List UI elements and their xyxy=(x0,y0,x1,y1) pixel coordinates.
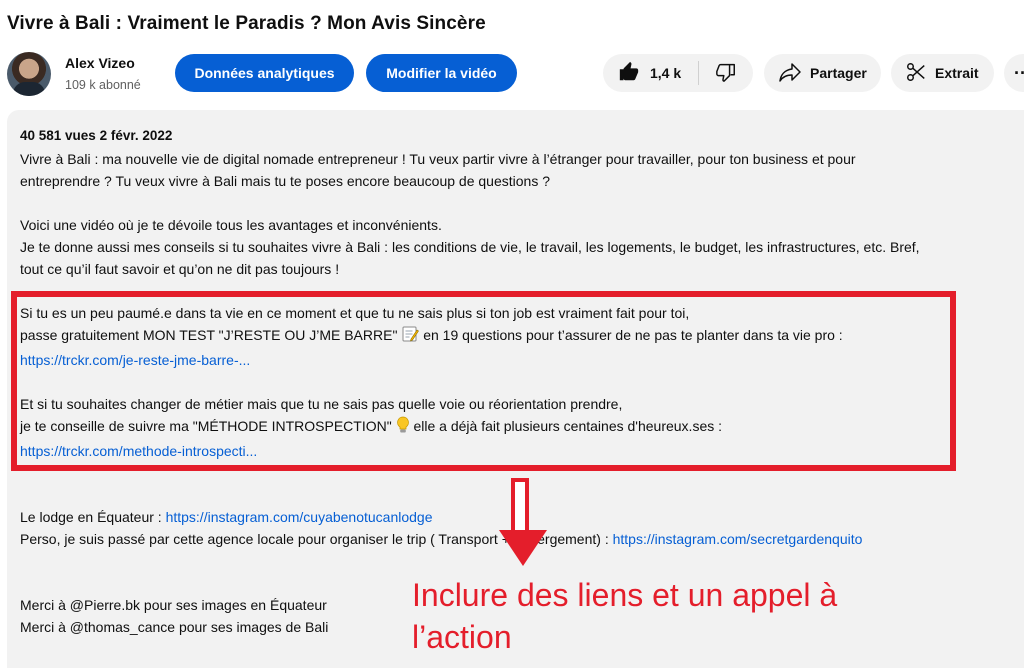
desc-line: entreprendre ? Tu veux vivre à Bali mais… xyxy=(20,173,550,189)
channel-avatar[interactable] xyxy=(7,52,51,96)
share-button[interactable]: Partager xyxy=(764,54,881,92)
desc-line: tout ce qu’il faut savoir et qu’on ne di… xyxy=(20,261,340,277)
video-title: Vivre à Bali : Vraiment le Paradis ? Mon… xyxy=(7,13,486,34)
share-label: Partager xyxy=(810,65,867,81)
more-actions-button[interactable]: ··· xyxy=(1004,54,1024,92)
highlight-box xyxy=(11,291,956,471)
thumbs-down-icon xyxy=(715,61,737,86)
subscriber-count: 109 k abonné xyxy=(65,78,141,92)
scissors-icon xyxy=(905,61,927,86)
clip-label: Extrait xyxy=(935,65,979,81)
lodge-link[interactable]: https://instagram.com/cuyabenotucanlodge xyxy=(166,509,433,525)
like-dislike-group: 1,4 k xyxy=(603,54,753,92)
view-stats: 40 581 vues 2 févr. 2022 xyxy=(20,128,173,143)
down-arrow-icon xyxy=(495,478,551,575)
desc-text-part: Le lodge en Équateur : xyxy=(20,509,166,525)
dislike-button[interactable] xyxy=(699,54,753,92)
like-button[interactable]: 1,4 k xyxy=(603,61,699,85)
channel-name[interactable]: Alex Vizeo xyxy=(65,55,135,71)
channel-row: Alex Vizeo 109 k abonné Données analytiq… xyxy=(0,50,1024,98)
desc-line: Vivre à Bali : ma nouvelle vie de digita… xyxy=(20,151,856,167)
annotation-callout: Inclure des liens et un appel à l’action xyxy=(412,577,838,655)
edit-video-button[interactable]: Modifier la vidéo xyxy=(366,54,517,92)
thumbs-up-icon xyxy=(618,61,640,86)
agency-link[interactable]: https://instagram.com/secretgardenquito xyxy=(613,531,863,547)
share-arrow-icon xyxy=(778,61,802,86)
desc-line: Voici une vidéo où je te dévoile tous le… xyxy=(20,217,442,233)
analytics-button[interactable]: Données analytiques xyxy=(175,54,354,92)
desc-line: Je te donne aussi mes conseils si tu sou… xyxy=(20,239,920,255)
more-dots-icon: ··· xyxy=(1014,62,1024,83)
clip-button[interactable]: Extrait xyxy=(891,54,994,92)
like-count: 1,4 k xyxy=(650,65,682,81)
